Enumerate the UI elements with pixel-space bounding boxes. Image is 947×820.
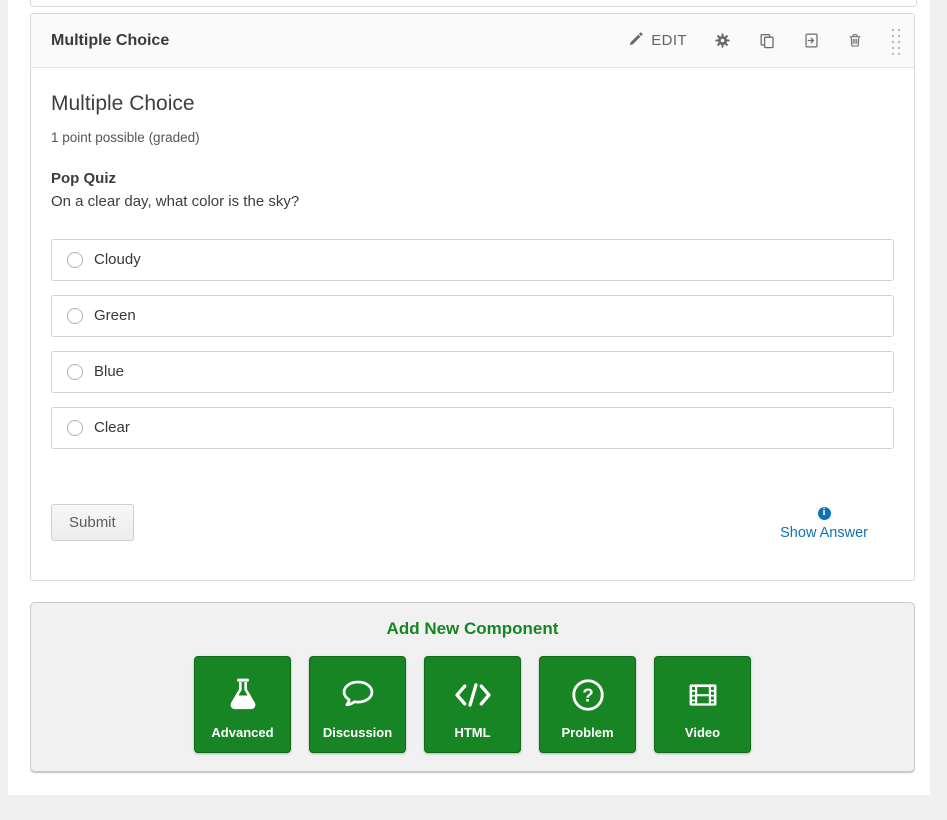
- choice-label: Green: [94, 307, 136, 324]
- component-header: Multiple Choice EDIT: [31, 14, 914, 68]
- flask-icon: [223, 672, 263, 718]
- radio-button-icon[interactable]: [67, 252, 83, 268]
- choice-option[interactable]: Blue: [51, 351, 894, 393]
- choice-option[interactable]: Clear: [51, 407, 894, 449]
- previous-component-card-edge: [30, 0, 917, 7]
- add-component-panel: Add New Component Advanced Discussion HT…: [30, 602, 915, 773]
- choice-label: Clear: [94, 419, 130, 436]
- settings-button[interactable]: [714, 32, 731, 49]
- add-html-button[interactable]: HTML: [424, 656, 521, 753]
- move-icon: [803, 32, 820, 49]
- component-card: Multiple Choice EDIT: [30, 13, 915, 581]
- problem-question: On a clear day, what color is the sky?: [51, 191, 894, 213]
- show-answer-button[interactable]: i Show Answer: [780, 507, 868, 541]
- radio-button-icon[interactable]: [67, 420, 83, 436]
- duplicate-button[interactable]: [758, 32, 776, 50]
- code-icon: [452, 672, 494, 718]
- radio-button-icon[interactable]: [67, 308, 83, 324]
- add-advanced-button[interactable]: Advanced: [194, 656, 291, 753]
- pencil-icon: [629, 31, 644, 50]
- drag-handle-icon[interactable]: [890, 27, 901, 55]
- add-component-title: Add New Component: [31, 619, 914, 639]
- duplicate-icon: [758, 32, 776, 50]
- add-discussion-button[interactable]: Discussion: [309, 656, 406, 753]
- info-circle-icon: i: [818, 507, 831, 520]
- problem-heading: Multiple Choice: [51, 92, 894, 116]
- trash-icon: [847, 32, 863, 49]
- gear-icon: [714, 32, 731, 49]
- svg-text:?: ?: [582, 685, 593, 706]
- choice-option[interactable]: Green: [51, 295, 894, 337]
- move-button[interactable]: [803, 32, 820, 49]
- add-button-label: HTML: [454, 725, 490, 740]
- add-button-label: Advanced: [211, 725, 273, 740]
- delete-button[interactable]: [847, 32, 863, 49]
- problem-prompt-label: Pop Quiz: [51, 170, 894, 187]
- add-problem-button[interactable]: ? Problem: [539, 656, 636, 753]
- radio-button-icon[interactable]: [67, 364, 83, 380]
- comment-icon: [339, 672, 377, 718]
- problem-action-row: Submit i Show Answer: [51, 504, 894, 541]
- add-component-buttons: Advanced Discussion HTML ? Problem: [31, 656, 914, 753]
- component-actions: EDIT: [629, 27, 901, 55]
- add-button-label: Problem: [561, 725, 613, 740]
- submit-button[interactable]: Submit: [51, 504, 134, 541]
- problem-body: Multiple Choice 1 point possible (graded…: [31, 68, 914, 541]
- add-video-button[interactable]: Video: [654, 656, 751, 753]
- add-button-label: Discussion: [323, 725, 392, 740]
- film-icon: [685, 672, 721, 718]
- choice-label: Cloudy: [94, 251, 141, 268]
- points-possible-text: 1 point possible (graded): [51, 130, 894, 145]
- add-button-label: Video: [685, 725, 720, 740]
- page-content: Multiple Choice EDIT: [8, 0, 930, 795]
- choice-label: Blue: [94, 363, 124, 380]
- edit-button-label: EDIT: [651, 32, 687, 49]
- question-circle-icon: ?: [570, 672, 606, 718]
- component-title: Multiple Choice: [51, 32, 169, 50]
- edit-button[interactable]: EDIT: [629, 31, 687, 50]
- choice-option[interactable]: Cloudy: [51, 239, 894, 281]
- show-answer-label: Show Answer: [780, 525, 868, 541]
- choice-group: Cloudy Green Blue Clear: [51, 239, 894, 449]
